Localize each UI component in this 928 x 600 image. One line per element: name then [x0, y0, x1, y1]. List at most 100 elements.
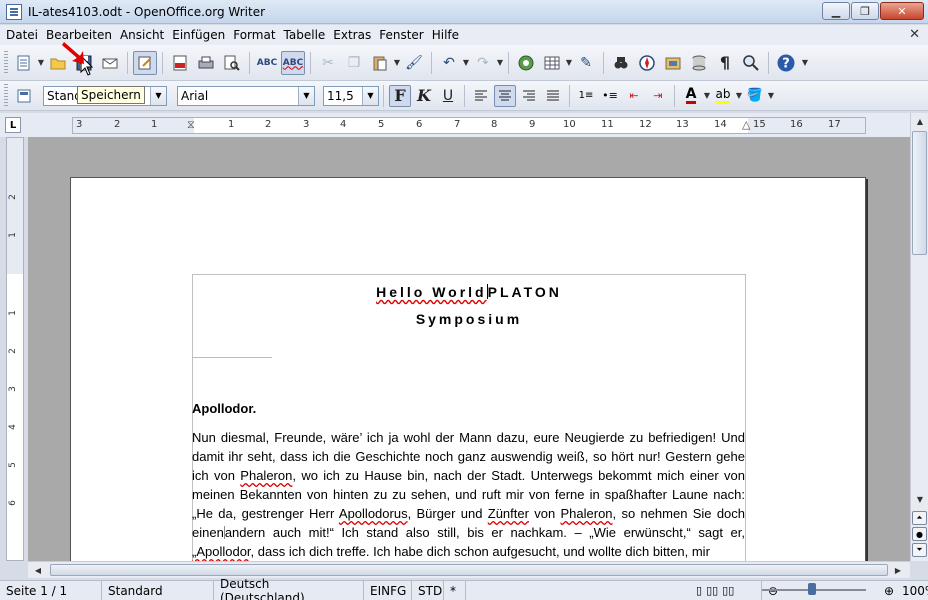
minimize-button[interactable]: ▁ — [822, 2, 850, 20]
previous-page-icon[interactable]: ⏶ — [912, 511, 927, 525]
body-paragraph[interactable]: Nun diesmal, Freunde, wäre’ ich ja wohl … — [192, 428, 745, 561]
paste-dropdown-icon[interactable]: ▼ — [393, 58, 401, 67]
new-doc-icon[interactable] — [12, 51, 36, 75]
close-window-button[interactable]: ✕ — [880, 2, 924, 20]
horizontal-scroll-thumb[interactable] — [50, 564, 888, 576]
cut-icon[interactable]: ✂ — [316, 51, 340, 75]
italic-button[interactable]: K — [413, 85, 435, 107]
zoom-in-icon[interactable]: ⊕ — [884, 584, 894, 598]
status-selection-mode[interactable]: STD — [412, 580, 444, 600]
vertical-scrollbar[interactable]: ▲ ▼ ⏶ ● ⏷ — [910, 113, 928, 561]
menu-ansicht[interactable]: Ansicht — [116, 28, 168, 42]
increase-indent-icon[interactable]: ⇥ — [647, 85, 669, 107]
edit-mode-icon[interactable] — [133, 50, 157, 75]
status-insert-mode[interactable]: EINFG — [364, 580, 412, 600]
status-page[interactable]: Seite 1 / 1 — [0, 580, 102, 600]
menu-fenster[interactable]: Fenster — [375, 28, 428, 42]
pdf-icon[interactable] — [168, 51, 192, 75]
document-page[interactable]: Hello WorldPLATON Symposium Apollodor. N… — [70, 177, 866, 561]
maximize-button[interactable]: ❐ — [851, 2, 879, 20]
highlight-dropdown-icon[interactable]: ▼ — [735, 91, 743, 100]
zoom-icon[interactable] — [739, 51, 763, 75]
justify-icon[interactable] — [542, 85, 564, 107]
bold-button[interactable]: F — [389, 84, 411, 107]
new-doc-dropdown-icon[interactable]: ▼ — [37, 58, 45, 67]
chevron-down-icon[interactable]: ▼ — [362, 86, 378, 105]
align-left-icon[interactable] — [470, 85, 492, 107]
spellcheck-icon[interactable]: ABC — [255, 51, 279, 75]
close-document-icon[interactable]: ✕ — [909, 27, 920, 42]
scroll-up-icon[interactable]: ▲ — [912, 113, 928, 129]
font-name-select[interactable]: Arial ▼ — [177, 85, 315, 106]
scroll-left-icon[interactable]: ◀ — [30, 562, 46, 578]
zoom-value[interactable]: 100% — [900, 581, 928, 600]
multi-page-view-icon[interactable]: ▯▯ — [706, 584, 718, 597]
format-paintbrush-icon[interactable]: 🖌 — [402, 51, 426, 75]
background-color-dropdown-icon[interactable]: ▼ — [767, 91, 775, 100]
status-language[interactable]: Deutsch (Deutschland) — [214, 577, 364, 600]
decrease-indent-icon[interactable]: ⇤ — [623, 85, 645, 107]
toolbar-grip[interactable] — [4, 83, 8, 108]
speaker-heading[interactable]: Apollodor. — [192, 401, 256, 416]
left-indent-marker-icon[interactable]: ⧖ — [187, 118, 195, 132]
undo-dropdown-icon[interactable]: ▼ — [462, 58, 470, 67]
toolbar-overflow-icon[interactable]: ▼ — [801, 58, 809, 67]
print-preview-icon[interactable] — [220, 51, 244, 75]
menu-extras[interactable]: Extras — [329, 28, 375, 42]
vertical-ruler[interactable]: 2 1 1 2 3 4 5 6 — [6, 137, 24, 561]
email-icon[interactable] — [98, 51, 122, 75]
auto-spellcheck-icon[interactable]: ABC — [281, 50, 305, 75]
header-title[interactable]: Hello WorldPLATON — [192, 284, 746, 300]
datasource-icon[interactable] — [687, 51, 711, 75]
font-color-dropdown-icon[interactable]: ▼ — [703, 91, 711, 100]
horizontal-ruler[interactable]: 3 2 1 ⧖ 1 2 3 4 5 6 7 8 9 10 11 12 13 14… — [72, 117, 866, 134]
vertical-scroll-thumb[interactable] — [912, 131, 927, 255]
numbering-icon[interactable]: 1≡ — [575, 85, 597, 107]
paste-icon[interactable] — [368, 51, 392, 75]
font-color-icon[interactable]: A — [680, 85, 702, 107]
menu-hilfe[interactable]: Hilfe — [428, 28, 463, 42]
gallery-icon[interactable] — [661, 51, 685, 75]
redo-icon[interactable]: ↷ — [471, 51, 495, 75]
align-right-icon[interactable] — [518, 85, 540, 107]
menu-format[interactable]: Format — [229, 28, 279, 42]
hyperlink-icon[interactable] — [514, 51, 538, 75]
menu-tabelle[interactable]: Tabelle — [280, 28, 330, 42]
help-icon[interactable]: ? — [774, 51, 798, 75]
styles-formatting-icon[interactable] — [12, 84, 36, 108]
navigator-icon[interactable] — [635, 51, 659, 75]
chevron-down-icon[interactable]: ▼ — [298, 86, 314, 105]
horizontal-scrollbar[interactable]: ◀ ▶ — [28, 561, 910, 578]
standard-toolbar: ▼ ABC ABC ✂ ❐ ▼ 🖌 ↶ ▼ ↷ ▼ ▼ ✎ ¶ ? ▼ — [0, 45, 928, 81]
formatting-marks-icon[interactable]: ¶ — [713, 51, 737, 75]
menu-datei[interactable]: Datei — [2, 28, 42, 42]
single-page-view-icon[interactable]: ▯ — [696, 584, 702, 597]
status-style[interactable]: Standard — [102, 580, 214, 600]
bullets-icon[interactable]: •≡ — [599, 85, 621, 107]
navigation-icon[interactable]: ● — [912, 527, 927, 541]
right-indent-marker-icon[interactable]: △ — [742, 118, 750, 131]
print-icon[interactable] — [194, 51, 218, 75]
highlight-icon[interactable]: ab — [712, 85, 734, 107]
book-view-icon[interactable]: ▯▯ — [722, 584, 734, 597]
copy-icon[interactable]: ❐ — [342, 51, 366, 75]
menu-einfuegen[interactable]: Einfügen — [168, 28, 229, 42]
zoom-knob[interactable] — [808, 583, 816, 595]
next-page-icon[interactable]: ⏷ — [912, 543, 927, 557]
redo-dropdown-icon[interactable]: ▼ — [496, 58, 504, 67]
scroll-down-icon[interactable]: ▼ — [912, 491, 928, 507]
undo-icon[interactable]: ↶ — [437, 51, 461, 75]
align-center-icon[interactable] — [494, 84, 516, 107]
underline-button[interactable]: U — [437, 85, 459, 107]
toolbar-grip[interactable] — [4, 50, 8, 75]
chevron-down-icon[interactable]: ▼ — [150, 86, 166, 105]
scroll-right-icon[interactable]: ▶ — [890, 562, 906, 578]
background-color-icon[interactable]: 🪣 — [744, 85, 766, 107]
table-dropdown-icon[interactable]: ▼ — [565, 58, 573, 67]
find-icon[interactable] — [609, 51, 633, 75]
tab-stop-selector[interactable]: L — [5, 117, 21, 133]
font-size-select[interactable]: 11,5 ▼ — [323, 85, 379, 106]
table-icon[interactable] — [540, 51, 564, 75]
draw-icon[interactable]: ✎ — [574, 51, 598, 75]
header-subtitle[interactable]: Symposium — [192, 311, 746, 327]
